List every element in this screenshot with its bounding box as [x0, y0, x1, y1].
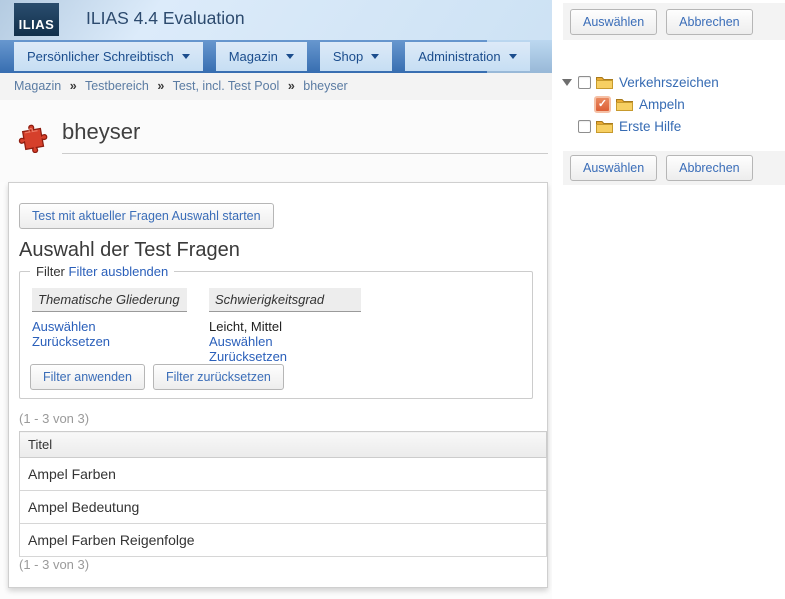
breadcrumb-separator: »	[288, 79, 295, 93]
filter-column-schwierigkeitsgrad: Schwierigkeitsgrad Leicht, Mittel Auswäh…	[209, 288, 361, 364]
table-header-row: Titel	[20, 432, 547, 458]
tree-row-erste-hilfe: Erste Hilfe	[562, 115, 719, 137]
filter-buttons: Filter anwenden Filter zurücksetzen	[30, 364, 284, 390]
tree-node-link[interactable]: Erste Hilfe	[619, 119, 681, 134]
column-header-titel: Titel	[20, 432, 547, 458]
filter-column-header: Schwierigkeitsgrad	[209, 288, 361, 312]
breadcrumb-separator: »	[157, 79, 164, 93]
collapse-triangle-icon[interactable]	[562, 79, 572, 86]
app-title: ILIAS 4.4 Evaluation	[86, 8, 245, 29]
result-range-top: (1 - 3 von 3)	[19, 411, 89, 426]
cancel-button[interactable]: Abbrechen	[666, 9, 752, 35]
question-title-cell: Ampel Bedeutung	[20, 491, 547, 524]
menu-label: Magazin	[229, 42, 278, 71]
breadcrumb: Magazin » Testbereich » Test, incl. Test…	[0, 73, 552, 100]
popup-top-toolbar: Auswählen Abbrechen	[563, 3, 785, 40]
popup-bottom-toolbar: Auswählen Abbrechen	[563, 151, 785, 185]
tree-node-link[interactable]: Verkehrszeichen	[619, 75, 719, 90]
breadcrumb-link-magazin[interactable]: Magazin	[14, 79, 61, 93]
taxonomy-tree: Verkehrszeichen ✓ Ampeln Erste Hilfe	[562, 71, 719, 137]
menu-persoenlicher-schreibtisch[interactable]: Persönlicher Schreibtisch	[14, 42, 203, 71]
checkbox-ampeln-checked[interactable]: ✓	[594, 96, 611, 113]
chevron-down-icon	[182, 54, 190, 59]
filter-select-link[interactable]: Auswählen	[32, 319, 187, 334]
filter-apply-button[interactable]: Filter anwenden	[30, 364, 145, 390]
menu-administration[interactable]: Administration	[405, 42, 529, 71]
breadcrumb-link-testbereich[interactable]: Testbereich	[85, 79, 149, 93]
question-title-cell: Ampel Farben Reigenfolge	[20, 524, 547, 557]
checkbox-verkehrszeichen[interactable]	[578, 76, 591, 89]
page-title: bheyser	[62, 119, 140, 145]
breadcrumb-link-bheyser[interactable]: bheyser	[303, 79, 347, 93]
folder-icon	[615, 97, 634, 112]
table-row: Ampel Farben	[20, 458, 547, 491]
header: ILIAS ILIAS 4.4 Evaluation	[0, 0, 552, 40]
main-menu: Persönlicher Schreibtisch Magazin Shop A…	[0, 40, 552, 73]
folder-icon	[595, 75, 614, 90]
table-row: Ampel Farben Reigenfolge	[20, 524, 547, 557]
tree-row-verkehrszeichen: Verkehrszeichen	[562, 71, 719, 93]
breadcrumb-link-test-pool[interactable]: Test, incl. Test Pool	[173, 79, 280, 93]
folder-icon	[595, 119, 614, 134]
filter-reset-button[interactable]: Filter zurücksetzen	[153, 364, 284, 390]
filter-current-value: Leicht, Mittel	[209, 319, 361, 334]
select-button[interactable]: Auswählen	[570, 155, 657, 181]
hide-filter-link[interactable]: Filter ausblenden	[69, 264, 169, 279]
page-title-bar: bheyser	[0, 100, 552, 182]
filter-label: Filter	[36, 264, 65, 279]
filter-column-thematische-gliederung: Thematische Gliederung Auswählen Zurücks…	[32, 288, 187, 364]
filter-reset-link[interactable]: Zurücksetzen	[32, 334, 187, 349]
result-range-bottom: (1 - 3 von 3)	[19, 557, 89, 572]
filter-panel: Filter Filter ausblenden Thematische Gli…	[19, 271, 533, 399]
chevron-down-icon	[371, 54, 379, 59]
menu-magazin[interactable]: Magazin	[216, 42, 307, 71]
menu-label: Persönlicher Schreibtisch	[27, 42, 174, 71]
test-puzzle-icon	[16, 117, 52, 153]
chevron-down-icon	[286, 54, 294, 59]
item-selection-popup: Auswählen Abbrechen Verkehrszeichen ✓	[552, 0, 785, 599]
cancel-button[interactable]: Abbrechen	[666, 155, 752, 181]
main-window: ILIAS ILIAS 4.4 Evaluation Persönlicher …	[0, 0, 552, 599]
filter-column-header: Thematische Gliederung	[32, 288, 187, 312]
checkbox-erste-hilfe[interactable]	[578, 120, 591, 133]
breadcrumb-separator: »	[70, 79, 77, 93]
chevron-down-icon	[509, 54, 517, 59]
question-title-cell: Ampel Farben	[20, 458, 547, 491]
title-divider	[62, 153, 548, 154]
menu-shop[interactable]: Shop	[320, 42, 392, 71]
content-box: Test mit aktueller Fragen Auswahl starte…	[8, 182, 548, 588]
tree-node-link[interactable]: Ampeln	[639, 97, 685, 112]
menu-label: Shop	[333, 42, 363, 71]
menu-label: Administration	[418, 42, 500, 71]
start-test-button[interactable]: Test mit aktueller Fragen Auswahl starte…	[19, 203, 274, 229]
questions-table: Titel Ampel Farben Ampel Bedeutung Ampel…	[19, 431, 547, 557]
filter-reset-link[interactable]: Zurücksetzen	[209, 349, 361, 364]
filter-columns: Thematische Gliederung Auswählen Zurücks…	[32, 288, 361, 364]
section-title: Auswahl der Test Fragen	[19, 239, 240, 262]
tree-row-ampeln: ✓ Ampeln	[562, 93, 719, 115]
filter-select-link[interactable]: Auswählen	[209, 334, 361, 349]
filter-legend: Filter Filter ausblenden	[30, 264, 174, 279]
select-button[interactable]: Auswählen	[570, 9, 657, 35]
table-row: Ampel Bedeutung	[20, 491, 547, 524]
ilias-logo[interactable]: ILIAS	[14, 3, 59, 36]
